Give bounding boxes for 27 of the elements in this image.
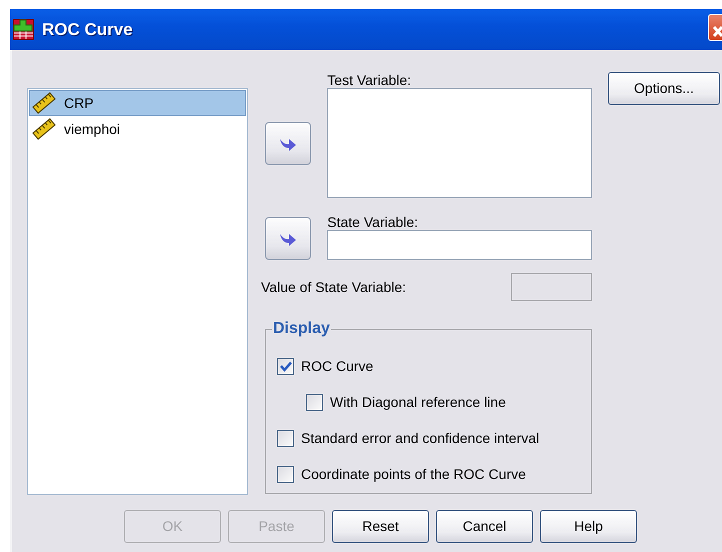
options-button[interactable]: Options... xyxy=(608,72,720,105)
checkbox-label[interactable]: ROC Curve xyxy=(301,356,374,376)
window-title: ROC Curve xyxy=(42,18,133,41)
state-variable-field[interactable] xyxy=(327,230,592,260)
test-variable-label: Test Variable: xyxy=(327,72,412,88)
checkbox[interactable] xyxy=(277,466,294,482)
group-title: Display xyxy=(272,321,331,337)
checkbox[interactable] xyxy=(277,358,294,374)
close-button[interactable] xyxy=(708,14,722,41)
dialog-button[interactable]: Reset xyxy=(332,510,429,543)
variable-item[interactable]: viemphoi xyxy=(29,116,246,142)
close-icon xyxy=(713,26,722,36)
dialog-button[interactable]: Cancel xyxy=(436,510,533,543)
value-label: Value of State Variable: xyxy=(261,278,406,296)
move-button[interactable] xyxy=(265,122,312,165)
dialog-button[interactable]: Help xyxy=(540,510,637,543)
checkbox-label[interactable]: Standard error and confidence interval xyxy=(301,428,540,448)
app-icon xyxy=(13,19,34,40)
checkbox-label[interactable]: With Diagonal reference line xyxy=(330,392,506,412)
ruler-icon xyxy=(32,92,56,114)
checkbox[interactable] xyxy=(277,430,294,446)
variable-item[interactable]: CRP xyxy=(29,90,246,116)
variable-list[interactable]: CRP viemphoi xyxy=(27,88,248,495)
checkbox-label[interactable]: Coordinate points of the ROC Curve xyxy=(301,464,526,484)
checkbox[interactable] xyxy=(306,394,323,410)
state-variable-label: State Variable: xyxy=(327,214,420,230)
move-button[interactable] xyxy=(265,217,312,260)
